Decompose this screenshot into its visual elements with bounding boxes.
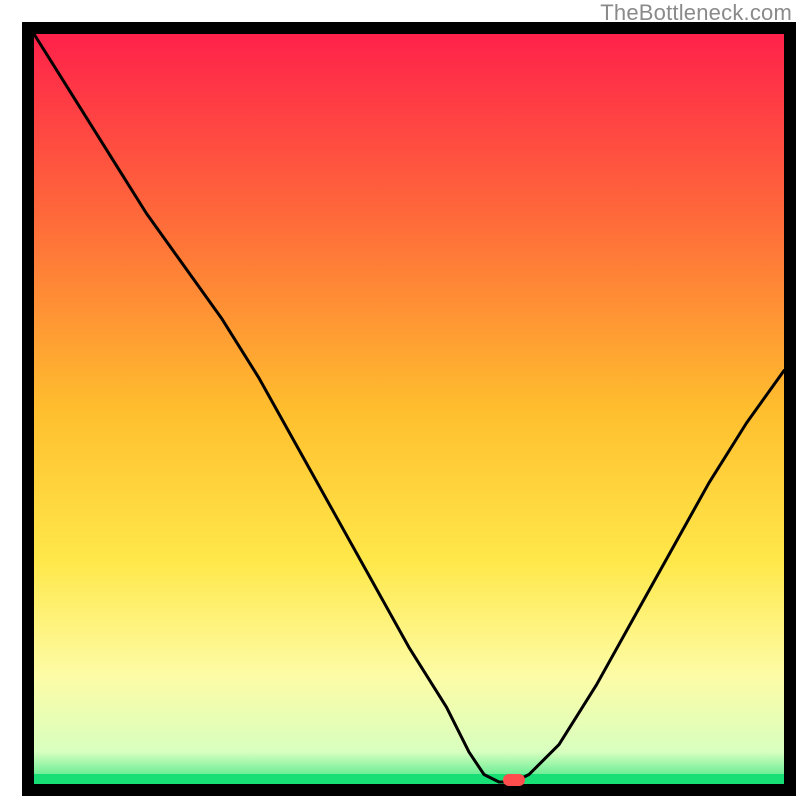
chart-background <box>28 28 790 790</box>
chart-container: TheBottleneck.com <box>0 0 800 800</box>
watermark-label: TheBottleneck.com <box>600 0 792 26</box>
optimum-marker <box>503 774 525 786</box>
bottleneck-chart <box>0 0 800 800</box>
